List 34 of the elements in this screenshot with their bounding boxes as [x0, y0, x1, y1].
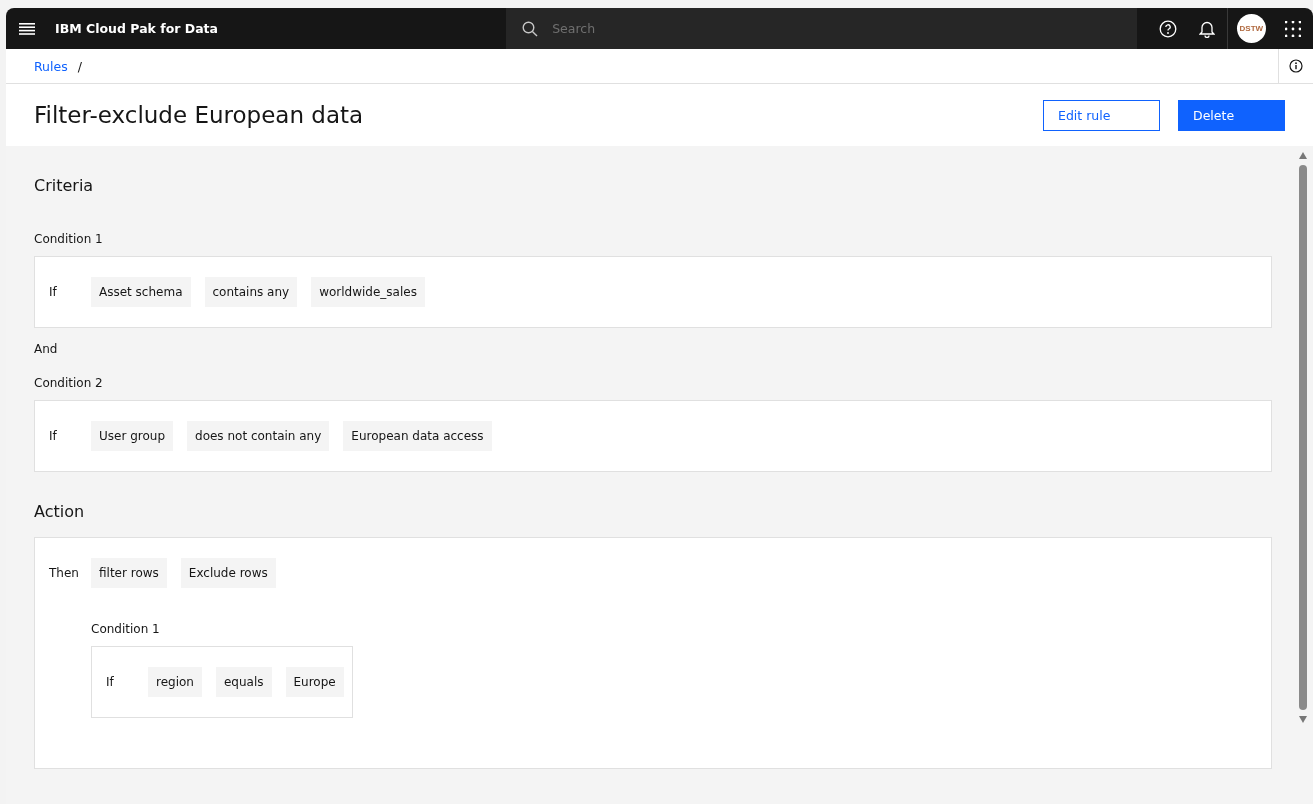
condition-label: Condition 1: [34, 232, 104, 246]
breadcrumb-link[interactable]: Rules: [34, 58, 68, 74]
action-tag: filter rows: [91, 558, 167, 588]
section-heading: Criteria: [34, 176, 95, 195]
condition-tag: region: [148, 667, 202, 697]
user-avatar[interactable]: DSTW: [1236, 14, 1266, 43]
edit-button[interactable]: Edit rule: [1043, 99, 1160, 131]
product-name[interactable]: IBM Cloud Pak for Data: [47, 21, 507, 36]
condition-tag: User group: [91, 421, 174, 451]
condition-tag: does not contain any: [187, 421, 330, 451]
scroll-down-icon[interactable]: [1298, 716, 1307, 723]
info-icon[interactable]: [1289, 59, 1303, 73]
action-tag: Exclude rows: [180, 558, 276, 588]
search-icon: [522, 20, 539, 37]
search-field[interactable]: Search: [550, 20, 855, 37]
condition-label: Condition 2: [34, 376, 104, 390]
condition-label: Condition 1: [91, 622, 161, 636]
condition-tag: Asset schema: [91, 277, 191, 307]
keyword-label: If: [49, 285, 58, 299]
condition-tag: contains any: [204, 277, 298, 307]
breadcrumb-separator: /: [77, 58, 82, 74]
keyword-label: If: [49, 429, 58, 443]
keyword-label: If: [106, 675, 115, 689]
scroll-up-icon[interactable]: [1298, 152, 1307, 159]
keyword-label: Then: [49, 566, 77, 580]
section-heading: Action: [34, 502, 86, 521]
condition-tag: Europe: [285, 667, 344, 697]
page-title: Filter-exclude European data: [34, 102, 364, 128]
condition-tag: European data access: [343, 421, 492, 451]
condition-tag: worldwide_sales: [311, 277, 425, 307]
condition-tag: equals: [215, 667, 272, 697]
scrollbar-thumb[interactable]: [1298, 165, 1307, 710]
joiner-label: And: [34, 342, 59, 356]
delete-button[interactable]: Delete: [1178, 99, 1285, 131]
